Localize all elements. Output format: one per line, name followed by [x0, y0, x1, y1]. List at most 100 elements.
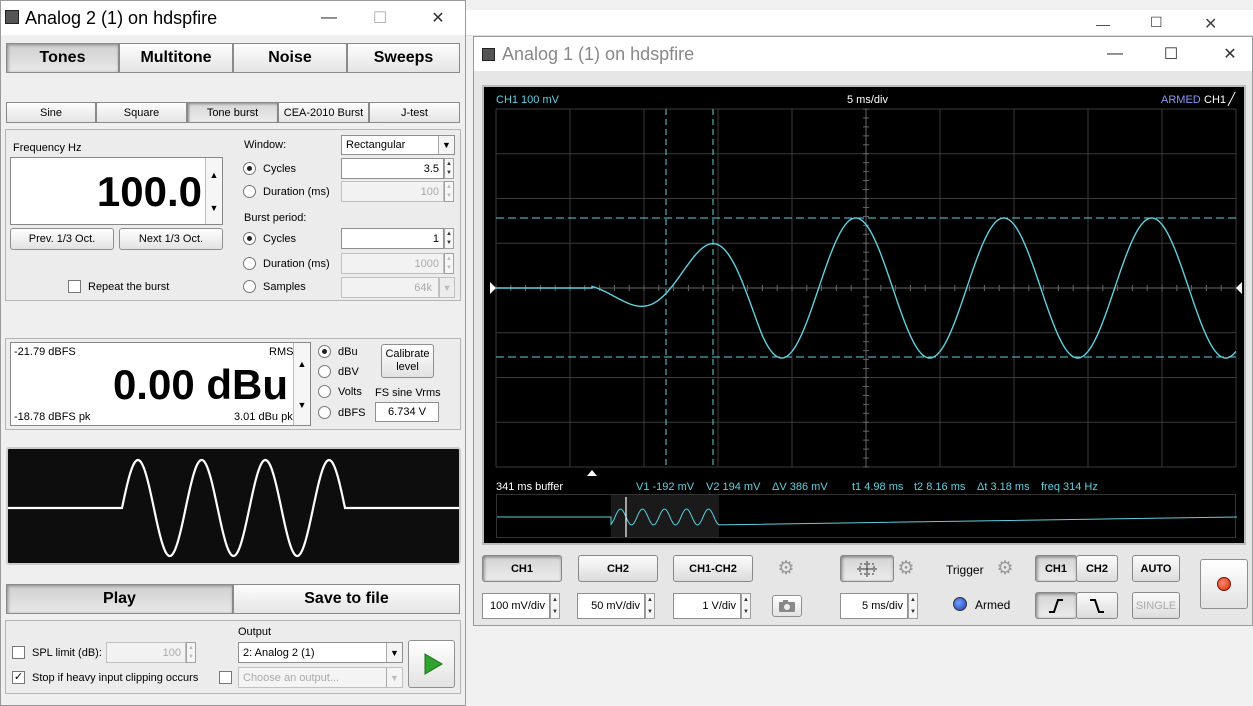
buffer-overview[interactable]: [496, 494, 1237, 538]
minimize-icon[interactable]: —: [1096, 16, 1110, 32]
prev-octave-button[interactable]: Prev. 1/3 Oct.: [10, 228, 114, 250]
ch2-volts-div[interactable]: 50 mV/div: [577, 593, 645, 619]
time-div-spinner[interactable]: ▲ ▼: [908, 593, 918, 619]
window-select[interactable]: Rectangular ▼: [341, 135, 455, 155]
gear-icon[interactable]: ⚙: [776, 559, 796, 579]
subtab-square[interactable]: Square: [96, 102, 187, 123]
trigger-position-icon[interactable]: [587, 470, 597, 476]
rising-edge-button[interactable]: [1035, 592, 1077, 619]
minimize-icon[interactable]: —: [306, 1, 352, 35]
second-output-select[interactable]: Choose an output... ▼: [238, 667, 403, 688]
second-output-checkbox[interactable]: [219, 671, 232, 684]
window-title: Analog 2 (1) on hdspfire: [25, 7, 218, 28]
burst-samples-radio[interactable]: [243, 280, 256, 293]
ch1-ch2-button[interactable]: CH1-CH2: [673, 555, 753, 582]
window-duration-spinner[interactable]: ▲ ▼: [444, 181, 454, 202]
ch1-volts-spinner[interactable]: ▲ ▼: [550, 593, 560, 619]
close-icon[interactable]: ✕: [1204, 14, 1217, 34]
fs-sine-label: FS sine Vrms: [375, 387, 441, 399]
level-spinner[interactable]: ▲ ▼: [293, 343, 310, 425]
save-to-file-button[interactable]: Save to file: [233, 584, 460, 614]
frequency-label: Frequency Hz: [13, 142, 82, 154]
chevron-down-icon[interactable]: ▼: [439, 277, 455, 298]
ch2-volts-spinner[interactable]: ▲ ▼: [645, 593, 655, 619]
ch1-volts-div[interactable]: 100 mV/div: [482, 593, 550, 619]
tab-multitone[interactable]: Multitone: [119, 43, 233, 73]
unit-dbu-radio[interactable]: [318, 345, 331, 358]
burst-cycles-field[interactable]: 1: [341, 228, 444, 249]
ch2-button[interactable]: CH2: [578, 555, 658, 582]
subtab-j-test[interactable]: J-test: [369, 102, 460, 123]
falling-edge-icon: [1090, 598, 1104, 613]
ch1-button[interactable]: CH1: [482, 555, 562, 582]
trigger-ch1-button[interactable]: CH1: [1035, 555, 1077, 582]
subtab-sine[interactable]: Sine: [6, 102, 96, 123]
fs-sine-field[interactable]: 6.734 V: [375, 402, 439, 422]
window-label: Window:: [244, 139, 287, 151]
close-icon[interactable]: ✕: [1207, 37, 1253, 71]
auto-button[interactable]: AUTO: [1132, 555, 1180, 582]
spin-down-icon[interactable]: ▼: [298, 400, 307, 410]
close-icon[interactable]: ✕: [415, 1, 461, 35]
spin-down-icon[interactable]: ▼: [210, 203, 219, 213]
spl-limit-field[interactable]: 100: [106, 642, 186, 663]
cursor-mode-button[interactable]: [840, 555, 894, 582]
frequency-spinner[interactable]: ▲ ▼: [205, 158, 222, 224]
unit-volts-radio[interactable]: [318, 385, 331, 398]
unit-dbv-radio[interactable]: [318, 365, 331, 378]
spin-up-icon[interactable]: ▲: [298, 359, 307, 369]
gear-icon[interactable]: ⚙: [896, 559, 916, 579]
unit-dbfs-label: dBFS: [338, 407, 366, 419]
stop-clipping-label: Stop if heavy input clipping occurs: [32, 672, 199, 684]
burst-duration-field[interactable]: 1000: [341, 253, 444, 274]
repeat-burst-checkbox[interactable]: [68, 280, 81, 293]
level-pk-dbu: 3.01 dBu pk: [234, 411, 293, 423]
burst-samples-field[interactable]: 64k: [341, 277, 439, 298]
play-button[interactable]: Play: [6, 584, 233, 614]
gear-icon[interactable]: ⚙: [995, 559, 1015, 579]
scope-window-title: Analog 1 (1) on hdspfire: [502, 43, 695, 64]
diff-volts-div[interactable]: 1 V/div: [673, 593, 741, 619]
window-cycles-radio[interactable]: [243, 162, 256, 175]
tab-sweeps[interactable]: Sweeps: [347, 43, 460, 73]
subtab-tone-burst[interactable]: Tone burst: [187, 102, 278, 123]
level-display[interactable]: -21.79 dBFS RMS 0.00 dBu -18.78 dBFS pk …: [10, 342, 311, 426]
stop-clipping-checkbox[interactable]: ✓: [12, 671, 25, 684]
time-div-field[interactable]: 5 ms/div: [840, 593, 908, 619]
burst-duration-radio[interactable]: [243, 257, 256, 270]
snapshot-button[interactable]: [772, 595, 802, 617]
diff-volts-spinner[interactable]: ▲ ▼: [741, 593, 751, 619]
minimize-icon[interactable]: —: [1092, 37, 1138, 71]
window-cycles-spinner[interactable]: ▲ ▼: [444, 158, 454, 179]
calibrate-level-button[interactable]: Calibrate level: [381, 344, 434, 378]
v1-readout: V1 -192 mV: [636, 481, 695, 493]
burst-cycles-radio[interactable]: [243, 232, 256, 245]
unit-dbfs-radio[interactable]: [318, 406, 331, 419]
output-select[interactable]: 2: Analog 2 (1) ▼: [238, 642, 403, 663]
single-button[interactable]: SINGLE: [1132, 592, 1180, 619]
falling-edge-button[interactable]: [1076, 592, 1118, 619]
record-button[interactable]: [1200, 559, 1248, 609]
burst-cycles-spinner[interactable]: ▲ ▼: [444, 228, 454, 249]
subtab-cea-burst[interactable]: CEA-2010 Burst: [278, 102, 369, 123]
spin-up-icon[interactable]: ▲: [210, 170, 219, 180]
window-duration-radio[interactable]: [243, 185, 256, 198]
maximize-icon[interactable]: ☐: [1148, 37, 1194, 71]
level-rms: RMS: [269, 346, 294, 358]
maximize-icon[interactable]: ☐: [1150, 14, 1163, 31]
trigger-ch2-button[interactable]: CH2: [1076, 555, 1118, 582]
spl-limit-checkbox[interactable]: [12, 646, 25, 659]
window-duration-field[interactable]: 100: [341, 181, 444, 202]
play-output-button[interactable]: [408, 640, 455, 688]
burst-duration-spinner[interactable]: ▲ ▼: [444, 253, 454, 274]
tab-noise[interactable]: Noise: [233, 43, 347, 73]
buffer-label: 341 ms buffer: [496, 481, 564, 493]
unit-volts-label: Volts: [338, 386, 362, 398]
record-icon: [1217, 577, 1231, 591]
tab-tones[interactable]: Tones: [6, 43, 119, 73]
spl-limit-spinner[interactable]: ▲ ▼: [186, 642, 196, 663]
next-octave-button[interactable]: Next 1/3 Oct.: [119, 228, 223, 250]
maximize-icon[interactable]: ☐: [357, 1, 403, 35]
window-cycles-field[interactable]: 3.5: [341, 158, 444, 179]
frequency-display[interactable]: 100.0 ▲ ▼: [10, 157, 223, 225]
